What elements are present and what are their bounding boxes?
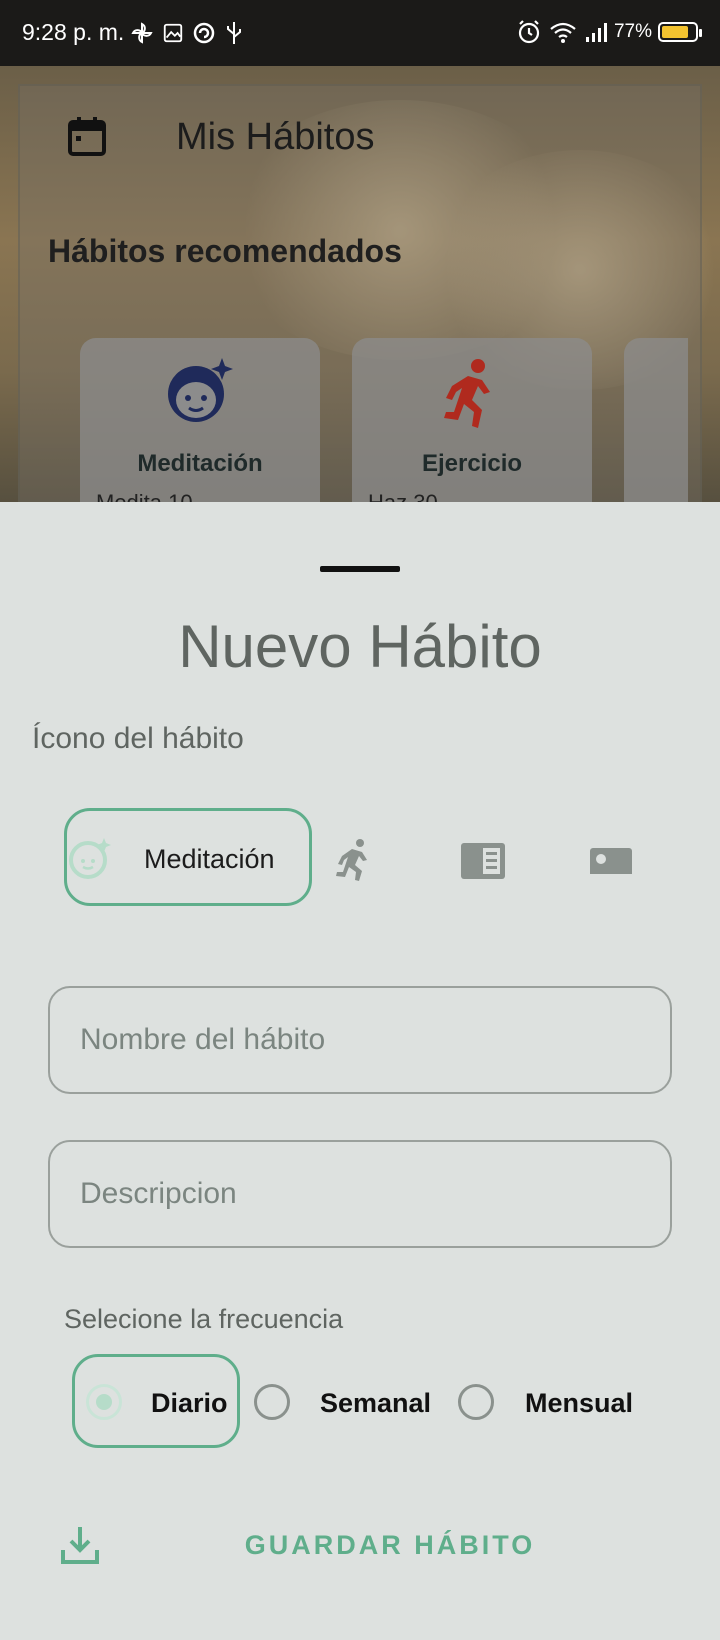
card-label: Ejercicio xyxy=(421,450,523,477)
app-title: Mis Hábitos xyxy=(176,116,375,158)
book-icon[interactable] xyxy=(460,842,506,880)
vpn-icon xyxy=(193,22,215,44)
wifi-icon xyxy=(550,22,576,43)
radio-monthly[interactable] xyxy=(458,1384,494,1420)
recommended-card[interactable]: Meditación Medita 10 ... xyxy=(80,338,320,518)
icon-option-label: Meditación xyxy=(144,844,275,874)
frequency-label: Selecione la frecuencia xyxy=(64,1304,344,1334)
calendar-icon[interactable] xyxy=(68,116,106,156)
drag-handle[interactable] xyxy=(320,566,400,572)
signal-icon xyxy=(585,23,607,42)
radio-label-monthly: Mensual xyxy=(525,1388,634,1418)
running-icon[interactable] xyxy=(334,838,374,882)
battery-percentage: 77% xyxy=(613,21,652,42)
radio-daily[interactable] xyxy=(86,1384,122,1420)
radio-label-daily: Diario xyxy=(151,1388,228,1418)
alarm-icon xyxy=(518,20,540,44)
habit-description-input[interactable] xyxy=(48,1140,672,1248)
bed-icon[interactable] xyxy=(588,846,634,876)
card-label: Meditación xyxy=(137,450,263,477)
running-icon xyxy=(444,359,490,428)
section-title: Hábitos recomendados xyxy=(48,233,402,269)
recommended-card[interactable] xyxy=(624,338,688,518)
image-icon xyxy=(163,23,183,43)
status-icons-right: 77% xyxy=(516,18,702,46)
icon-section-label: Ícono del hábito xyxy=(32,722,244,755)
sheet-title: Nuevo Hábito xyxy=(178,613,542,680)
pinwheel-icon xyxy=(131,22,153,44)
status-icons-left xyxy=(130,20,244,46)
save-button-label: GUARDAR HÁBITO xyxy=(244,1530,536,1560)
face-sparkle-icon xyxy=(168,358,233,422)
radio-weekly[interactable] xyxy=(254,1384,290,1420)
habit-name-input[interactable] xyxy=(48,986,672,1094)
status-time: 9:28 p. m. xyxy=(22,19,125,45)
face-sparkle-icon xyxy=(69,838,111,879)
battery-icon xyxy=(658,22,702,42)
usb-icon xyxy=(227,22,241,44)
radio-label-weekly: Semanal xyxy=(320,1388,432,1418)
recommended-card[interactable]: Ejercicio Haz 30 ... xyxy=(352,338,592,518)
